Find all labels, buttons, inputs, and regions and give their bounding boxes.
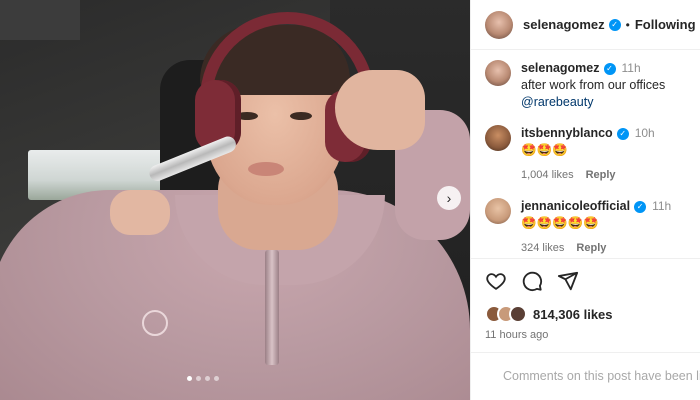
carousel-dot: [214, 376, 219, 381]
comment-text: 🤩🤩🤩: [521, 143, 568, 157]
share-icon[interactable]: [557, 270, 579, 292]
comment-text: 🤩🤩🤩🤩🤩: [521, 216, 599, 230]
photo-zipper: [265, 250, 279, 365]
comment-likes[interactable]: 324 likes: [521, 242, 564, 254]
carousel-dots: [187, 376, 219, 381]
caption-mention-link[interactable]: @rarebeauty: [521, 94, 665, 111]
comment-item: jennanicoleofficial ✓ 11h 🤩🤩🤩🤩🤩 324 likes R…: [485, 198, 700, 257]
caption: selenagomez ✓ 11h after work from our offi…: [485, 60, 700, 111]
avatar[interactable]: [485, 60, 511, 86]
comments-limited-notice: Comments on this post have been limited: [471, 352, 700, 400]
carousel-dot: [196, 376, 201, 381]
carousel-dot: [187, 376, 192, 381]
comments-list[interactable]: selenagomez ✓ 11h after work from our offi…: [485, 60, 700, 260]
avatar[interactable]: [485, 198, 511, 224]
carousel-dot: [205, 376, 210, 381]
post-side-panel: selenagomez ✓ • Following selenagomez ✓ 11…: [470, 0, 700, 400]
post-photo[interactable]: ›: [0, 0, 470, 400]
avatar[interactable]: [485, 125, 511, 151]
separator: •: [625, 17, 630, 32]
instagram-post: › selenagomez ✓ • Following selenagomez ✓…: [0, 0, 700, 400]
comment-username[interactable]: itsbennyblanco: [521, 126, 613, 140]
following-button[interactable]: Following: [635, 17, 696, 32]
caption-time: 11h: [621, 61, 641, 75]
next-arrow-icon: ›: [446, 190, 452, 206]
photo-hand: [335, 70, 425, 150]
next-slide-button[interactable]: ›: [437, 186, 461, 210]
post-actions: 814,306 likes 11 hours ago: [471, 258, 700, 341]
comment-likes[interactable]: 1,004 likes: [521, 169, 574, 181]
author-username[interactable]: selenagomez: [523, 17, 605, 32]
likes-summary[interactable]: 814,306 likes: [485, 305, 687, 323]
verified-badge-icon: ✓: [608, 18, 621, 31]
post-header: selenagomez ✓ • Following: [471, 0, 700, 50]
photo-lips: [248, 162, 284, 176]
comment-time: 11h: [652, 199, 672, 213]
post-timestamp: 11 hours ago: [485, 329, 549, 341]
verified-badge-icon: ✓: [616, 127, 629, 140]
comment-time: 10h: [634, 126, 655, 140]
caption-username[interactable]: selenagomez: [521, 61, 600, 75]
caption-text: after work from our offices: [521, 78, 666, 92]
verified-badge-icon: ✓: [634, 200, 647, 213]
avatar: [509, 305, 527, 323]
verified-badge-icon: ✓: [603, 62, 616, 75]
photo-fingers: [110, 190, 170, 235]
photo-bg: [0, 0, 80, 40]
photo-hoodie-logo: [142, 310, 168, 336]
heart-icon[interactable]: [485, 270, 507, 292]
reply-button[interactable]: Reply: [576, 242, 606, 254]
comment-icon[interactable]: [521, 270, 543, 292]
comment-item: itsbennyblanco ✓ 10h 🤩🤩🤩 1,004 likes Reply: [485, 125, 700, 184]
comment-username[interactable]: jennanicoleofficial: [521, 199, 630, 213]
reply-button[interactable]: Reply: [586, 169, 616, 181]
avatar[interactable]: [485, 10, 513, 39]
likes-count[interactable]: 814,306 likes: [533, 307, 613, 322]
